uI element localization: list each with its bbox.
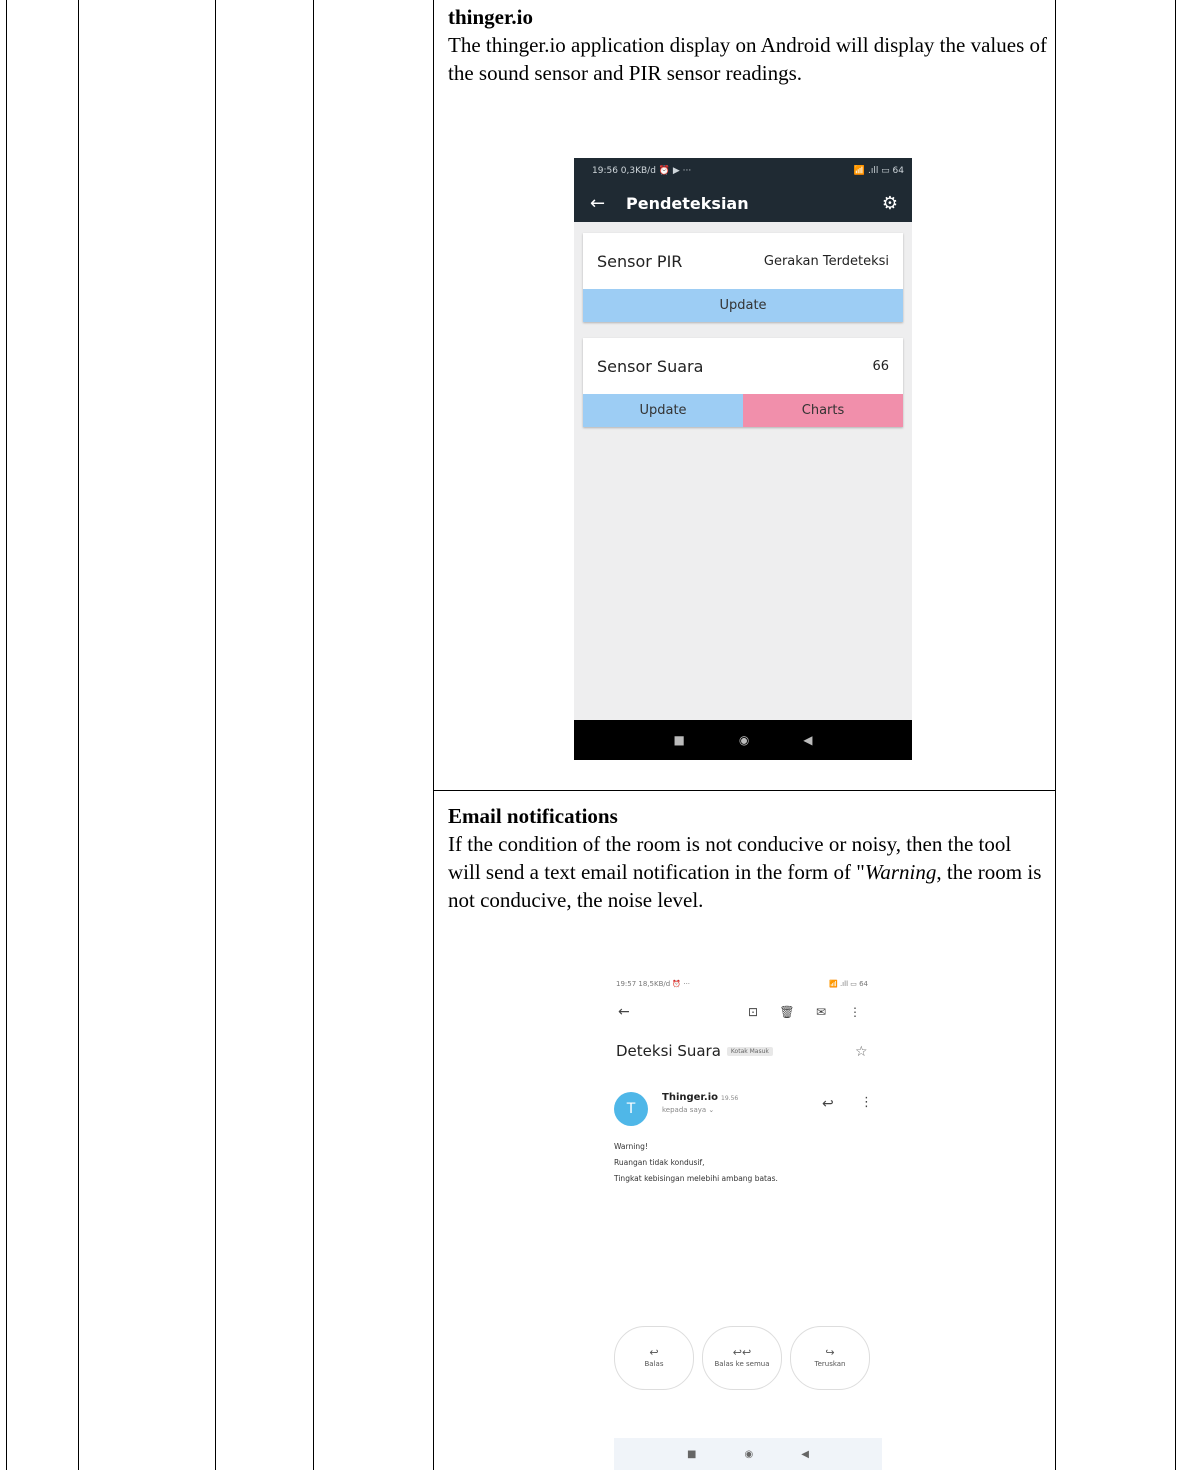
home-icon[interactable]: ◉ [745, 1449, 754, 1460]
table-column-divider [433, 0, 434, 1470]
delete-icon[interactable]: 🗑 [774, 1005, 800, 1019]
more-options-icon[interactable]: ⋮ [842, 1005, 868, 1019]
reply-all-button[interactable]: ↩↩ Balas ke semua [702, 1326, 782, 1390]
table-column-divider [313, 0, 314, 1470]
pir-sensor-value: Gerakan Terdeteksi [763, 253, 889, 269]
section-body: If the condition of the room is not cond… [448, 832, 1042, 912]
email-body-line: Tingkat kebisingan melebihi ambang batas… [614, 1174, 778, 1183]
pir-sensor-card: Sensor PIR Gerakan Terdeteksi Update [583, 233, 903, 322]
email-subject: Deteksi Suara Kotak Masuk [616, 1042, 773, 1060]
status-bar: 19:56 0,3KB/d ⏰ ▶ ··· 📶 .ıll ▭ 64 [574, 158, 912, 184]
sound-update-button[interactable]: Update [583, 394, 743, 427]
recent-apps-icon[interactable]: ■ [673, 733, 684, 747]
status-left: 19:56 0,3KB/d ⏰ ▶ ··· [592, 166, 692, 176]
table-column-divider [1055, 0, 1056, 1470]
gear-icon[interactable]: ⚙ [882, 193, 898, 214]
nav-back-icon[interactable]: ◀ [803, 733, 812, 747]
gmail-screenshot: 19:57 18,5KB/d ⏰ ··· 📶 .ıll ▭ 64 ← ⊡ 🗑 ✉… [600, 978, 884, 1470]
star-icon[interactable]: ☆ [855, 1044, 868, 1060]
inbox-label[interactable]: Kotak Masuk [726, 1046, 773, 1056]
email-toolbar: ← ⊡ 🗑 ✉ ⋮ [618, 1004, 868, 1020]
recipient[interactable]: kepada saya ⌄ [662, 1106, 714, 1114]
section-heading: Email notifications [448, 804, 618, 828]
app-bar: ← Pendeteksian ⚙ [574, 184, 912, 222]
reply-icon: ↩ [649, 1345, 659, 1359]
recent-apps-icon[interactable]: ■ [687, 1449, 696, 1460]
email-time: 19.56 [721, 1095, 739, 1102]
thinger-app-screenshot: 19:56 0,3KB/d ⏰ ▶ ··· 📶 .ıll ▭ 64 ← Pend… [574, 158, 912, 760]
sound-sensor-value: 66 [872, 358, 889, 374]
status-bar: 19:57 18,5KB/d ⏰ ··· 📶 .ıll ▭ 64 [616, 980, 868, 988]
status-right: 📶 .ıll ▭ 64 [829, 980, 868, 988]
more-options-icon[interactable]: ⋮ [860, 1095, 873, 1110]
pir-update-button[interactable]: Update [583, 289, 903, 322]
reply-icon[interactable]: ↩ [822, 1096, 834, 1112]
reply-all-icon: ↩↩ [732, 1345, 752, 1359]
pir-sensor-name: Sensor PIR [597, 251, 683, 271]
android-nav-bar: ■ ◉ ◀ [614, 1438, 882, 1470]
mail-icon[interactable]: ✉ [808, 1005, 834, 1019]
home-icon[interactable]: ◉ [739, 733, 749, 747]
sender-name: Thinger.io 19.56 [662, 1092, 739, 1103]
table-border-left [6, 0, 7, 1470]
email-section: Email notifications If the condition of … [448, 802, 1048, 914]
table-row-divider [433, 790, 1055, 791]
section-body: The thinger.io application display on An… [448, 33, 1047, 85]
email-body-line: Warning! [614, 1142, 648, 1151]
sound-sensor-card: Sensor Suara 66 Update Charts [583, 338, 903, 427]
table-border-right [1175, 0, 1176, 1470]
sound-sensor-name: Sensor Suara [597, 356, 704, 376]
back-arrow-icon[interactable]: ← [590, 193, 622, 214]
status-left: 19:57 18,5KB/d ⏰ ··· [616, 980, 691, 988]
android-nav-bar: ■ ◉ ◀ [574, 720, 912, 760]
back-arrow-icon[interactable]: ← [618, 1004, 630, 1020]
archive-icon[interactable]: ⊡ [740, 1005, 766, 1019]
app-title: Pendeteksian [626, 193, 749, 213]
table-column-divider [215, 0, 216, 1470]
status-right: 📶 .ıll ▭ 64 [853, 166, 904, 176]
reply-button[interactable]: ↩ Balas [614, 1326, 694, 1390]
table-column-divider [78, 0, 79, 1470]
thinger-section: thinger.io The thinger.io application di… [448, 3, 1048, 87]
forward-icon: ↪ [825, 1345, 835, 1359]
email-body-line: Ruangan tidak kondusif, [614, 1158, 705, 1167]
avatar: T [614, 1092, 648, 1126]
sound-charts-button[interactable]: Charts [743, 394, 903, 427]
section-heading: thinger.io [448, 5, 533, 29]
nav-back-icon[interactable]: ◀ [801, 1449, 809, 1460]
forward-button[interactable]: ↪ Teruskan [790, 1326, 870, 1390]
